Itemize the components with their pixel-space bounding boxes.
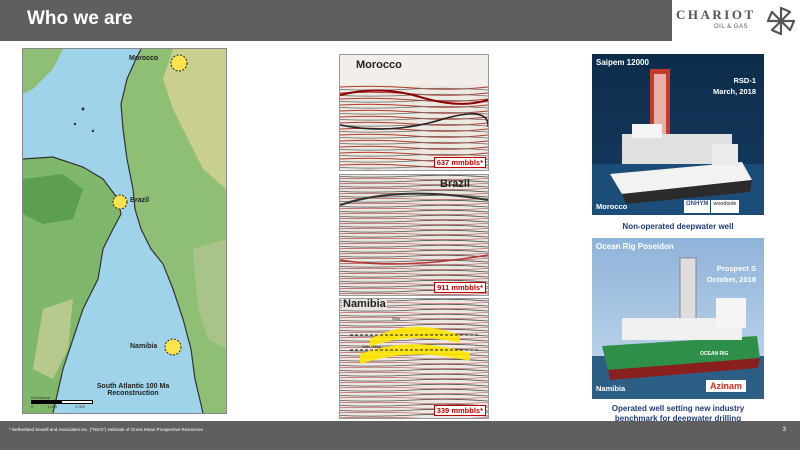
scale-tick-1: 1,000	[47, 404, 58, 409]
well-date-bottom: October, 2018	[706, 275, 756, 284]
seismic-panel-namibia: Namibia W84 W84 Deep 339 mmbbls*	[339, 298, 489, 419]
rig-photo-poseidon: OCEAN RIG Ocean Rig Poseidon Prospect S …	[592, 238, 764, 399]
namibia-target-icon	[164, 338, 182, 356]
seismic-title-morocco: Morocco	[356, 59, 402, 71]
rig-photo-saipem: Saipem 12000 RSD-1 March, 2018 Morocco O…	[592, 54, 764, 215]
partner-onhym: ONHYM	[684, 200, 711, 213]
page-number: 3	[782, 427, 786, 433]
map-caption-line1: South Atlantic 100 Ma	[96, 383, 170, 390]
seismic-panel-morocco: Morocco 637 mmbbls*	[339, 54, 489, 171]
seismic-image	[340, 55, 488, 170]
well-date-top: March, 2018	[713, 87, 756, 96]
photo-country-morocco: Morocco	[596, 202, 628, 211]
caption-top-photo: Non-operated deepwater well	[622, 222, 734, 231]
seismic-title-brazil: Brazil	[440, 178, 470, 190]
seismic-annotation-w84: W84	[392, 316, 401, 321]
map-caption-line2: Reconstruction	[107, 390, 159, 397]
map-label-brazil: Brazil	[130, 197, 150, 204]
seismic-panel-brazil: Brazil 911 mmbbls*	[339, 174, 489, 296]
seismic-title-namibia: Namibia	[342, 298, 387, 310]
scale-tick-2: 2,000	[75, 404, 86, 409]
partner-azinam: Azinam	[706, 380, 747, 392]
partner-logos-top: ONHYM woodside	[684, 200, 739, 213]
seismic-annotation-w84-deep: W84 Deep	[362, 344, 381, 349]
seismic-value-brazil: 911 mmbbls*	[434, 282, 486, 293]
well-name-prospect-s: Prospect S	[716, 264, 756, 273]
logo-name: CHARIOT	[676, 7, 756, 22]
drillship-illustration	[592, 257, 764, 399]
map-label-morocco: Morocco	[129, 55, 159, 62]
brazil-target-icon	[112, 194, 128, 210]
chariot-wheel-icon	[766, 6, 796, 36]
map-graphic	[23, 49, 226, 413]
caption-bottom-line1: Operated well setting new industry	[611, 404, 745, 413]
map-label-namibia: Namibia	[130, 343, 158, 350]
logo-subtitle: OIL & GAS	[714, 24, 748, 30]
rig-name-poseidon: Ocean Rig Poseidon	[596, 242, 674, 251]
map-scale-bar: Kilometers 0 1,000 2,000	[31, 395, 101, 411]
well-name-rsd1: RSD-1	[733, 76, 756, 85]
rig-name-saipem: Saipem 12000	[596, 58, 649, 67]
company-logo: CHARIOT OIL & GAS	[672, 0, 800, 46]
footer-bar: * Netherland Sewell and Associates Inc. …	[0, 421, 800, 450]
hull-text: OCEAN RIG	[700, 351, 729, 357]
morocco-target-icon	[170, 54, 188, 72]
photo-country-namibia: Namibia	[596, 384, 626, 393]
south-atlantic-map: Morocco Brazil Namibia South Atlantic 10…	[22, 48, 227, 414]
footnote: * Netherland Sewell and Associates Inc. …	[9, 427, 203, 432]
page-title: Who we are	[27, 8, 133, 29]
scale-tick-0: 0	[31, 404, 34, 409]
seismic-value-morocco: 637 mmbbls*	[433, 157, 486, 168]
seismic-image	[340, 175, 488, 295]
partner-woodside: woodside	[711, 200, 739, 213]
seismic-value-namibia: 339 mmbbls*	[433, 405, 486, 416]
seismic-image	[340, 299, 488, 418]
